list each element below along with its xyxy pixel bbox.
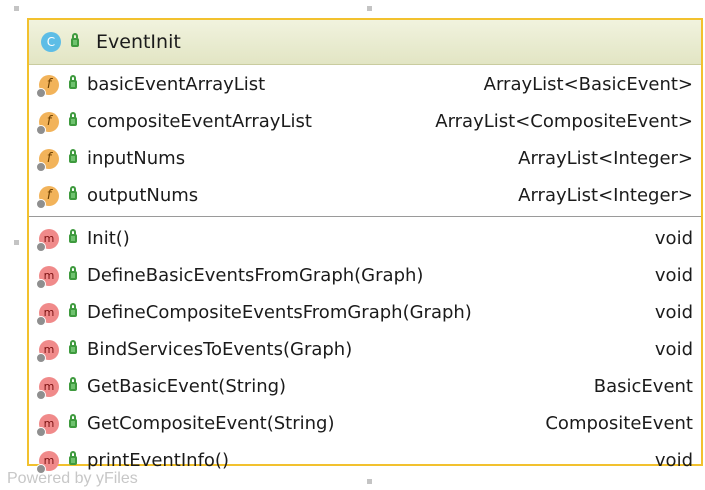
public-lock-icon (69, 414, 77, 428)
public-lock-icon (69, 186, 77, 200)
method-return-type: void (654, 339, 693, 360)
method-return-type: void (654, 302, 693, 323)
public-lock-icon (69, 340, 77, 354)
method-row[interactable]: m BindServicesToEvents(Graph) void (29, 331, 701, 368)
method-row[interactable]: m GetCompositeEvent(String) CompositeEve… (29, 405, 701, 442)
method-icon: m (36, 302, 59, 326)
resize-handle-top-left[interactable] (14, 6, 19, 11)
field-row[interactable]: f inputNums ArrayList<Integer> (29, 140, 701, 177)
class-header: C EventInit (29, 20, 701, 65)
field-type: ArrayList<CompositeEvent> (435, 111, 693, 132)
methods-section: m Init() void m DefineBasicEventsFromGra… (29, 217, 701, 479)
method-name: DefineBasicEventsFromGraph(Graph) (87, 265, 424, 286)
public-lock-icon (69, 377, 77, 391)
method-return-type: void (654, 228, 693, 249)
field-icon: f (36, 185, 59, 209)
method-name: BindServicesToEvents(Graph) (87, 339, 353, 360)
field-type: ArrayList<BasicEvent> (483, 74, 693, 95)
public-lock-icon (69, 112, 77, 126)
resize-handle-bottom-center[interactable] (367, 479, 372, 484)
field-row[interactable]: f outputNums ArrayList<Integer> (29, 177, 701, 214)
field-icon: f (36, 148, 59, 172)
method-name: GetBasicEvent(String) (87, 376, 287, 397)
method-row[interactable]: m DefineBasicEventsFromGraph(Graph) void (29, 257, 701, 294)
public-lock-icon (69, 303, 77, 317)
field-name: inputNums (87, 148, 186, 169)
field-row[interactable]: f compositeEventArrayList ArrayList<Comp… (29, 103, 701, 140)
method-icon: m (36, 228, 59, 252)
method-row[interactable]: m Init() void (29, 220, 701, 257)
field-name: compositeEventArrayList (87, 111, 312, 132)
field-row[interactable]: f basicEventArrayList ArrayList<BasicEve… (29, 66, 701, 103)
method-name: Init() (87, 228, 130, 249)
method-icon: m (36, 413, 59, 437)
method-return-type: void (654, 265, 693, 286)
method-return-type: void (654, 450, 693, 471)
field-icon: f (36, 74, 59, 98)
public-lock-icon (69, 75, 77, 89)
class-icon: C (41, 32, 61, 52)
field-type: ArrayList<Integer> (518, 185, 693, 206)
method-row[interactable]: m GetBasicEvent(String) BasicEvent (29, 368, 701, 405)
class-name: EventInit (96, 31, 181, 53)
method-return-type: CompositeEvent (545, 413, 693, 434)
public-lock-icon (69, 229, 77, 243)
public-lock-icon (69, 149, 77, 163)
uml-class-node[interactable]: C EventInit f basicEventArrayList ArrayL… (27, 18, 703, 474)
method-icon: m (36, 339, 59, 363)
field-name: outputNums (87, 185, 199, 206)
method-return-type: BasicEvent (593, 376, 693, 397)
public-lock-icon (69, 266, 77, 280)
method-icon: m (36, 450, 59, 474)
yfiles-watermark: Powered by yFiles (7, 470, 138, 487)
public-lock-icon (71, 32, 79, 47)
resize-handle-middle-left[interactable] (14, 240, 19, 245)
field-name: basicEventArrayList (87, 74, 266, 95)
field-icon: f (36, 111, 59, 135)
method-name: DefineCompositeEventsFromGraph(Graph) (87, 302, 472, 323)
method-name: printEventInfo() (87, 450, 229, 471)
method-row[interactable]: m DefineCompositeEventsFromGraph(Graph) … (29, 294, 701, 331)
field-type: ArrayList<Integer> (518, 148, 693, 169)
public-lock-icon (69, 451, 77, 465)
resize-handle-top-center[interactable] (367, 6, 372, 11)
fields-section: f basicEventArrayList ArrayList<BasicEve… (29, 65, 701, 217)
method-icon: m (36, 376, 59, 400)
method-icon: m (36, 265, 59, 289)
method-name: GetCompositeEvent(String) (87, 413, 335, 434)
